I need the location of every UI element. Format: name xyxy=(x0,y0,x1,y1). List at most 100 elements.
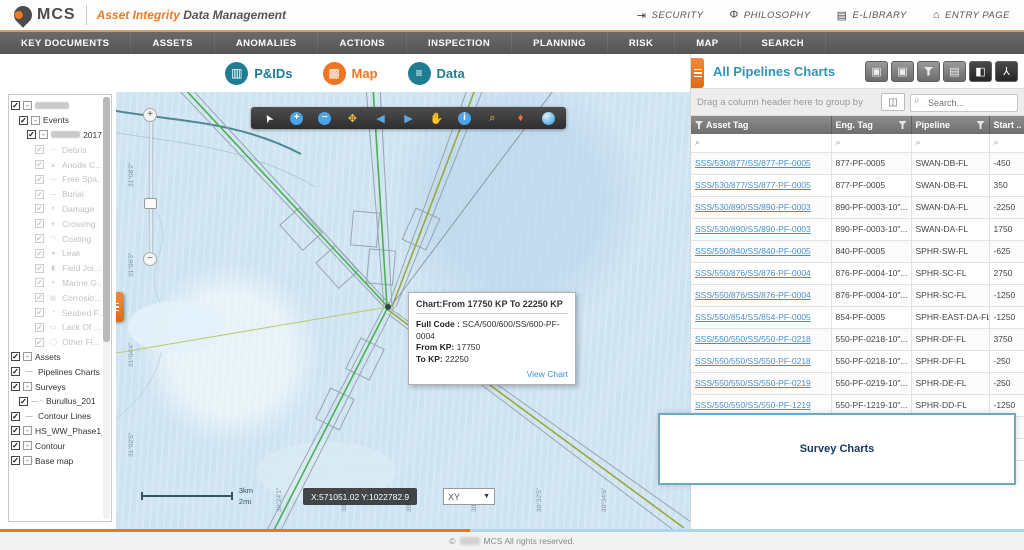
expander-collapse-icon[interactable]: - xyxy=(23,382,32,391)
tree-item-contour-lines[interactable]: ✓—Contour Lines xyxy=(11,409,102,424)
checkbox-checked-icon[interactable]: ✓ xyxy=(11,352,20,361)
tree-item-2017[interactable]: ✓-2017 xyxy=(11,128,102,143)
asset-tag-link[interactable]: SSS/530/890/SS/890-PF-0003 xyxy=(695,224,811,234)
tree-item-crossing[interactable]: ✓▾Crossing xyxy=(11,216,102,231)
filter-input-eng-tag[interactable] xyxy=(844,138,907,148)
full-extent-tool-button[interactable]: ✥ xyxy=(339,109,366,127)
checkbox-checked-icon[interactable]: ✓ xyxy=(11,456,20,465)
checkbox-checked-icon[interactable]: ✓ xyxy=(11,382,20,391)
column-header-pipeline[interactable]: Pipeline xyxy=(911,116,989,134)
checkbox-checked-icon[interactable]: ✓ xyxy=(35,145,44,154)
tree-item-seabed-f[interactable]: ✓◔Seabed F... xyxy=(11,305,102,320)
pan-tool-button[interactable]: ✋ xyxy=(423,109,450,127)
asset-tag-link[interactable]: SSS/550/876/SS/876-PF-0004 xyxy=(695,290,811,300)
filter-input-start[interactable] xyxy=(1002,138,1021,148)
filter-input-pipeline[interactable] xyxy=(924,138,985,148)
nav-item-map[interactable]: MAP xyxy=(675,32,740,54)
view-chart-link[interactable]: View Chart xyxy=(416,369,568,379)
tree-item-assets[interactable]: ✓-Assets xyxy=(11,350,102,365)
nav-item-anomalies[interactable]: ANOMALIES xyxy=(215,32,319,54)
asset-tag-link[interactable]: SSS/550/550/SS/550-PF-1219 xyxy=(695,400,811,410)
tree-item-debris[interactable]: ✓┄Debris xyxy=(11,142,102,157)
asset-tag-link[interactable]: SSS/550/550/SS/550-PF-0219 xyxy=(695,378,811,388)
next-extent-tool-button[interactable]: ▶ xyxy=(395,109,422,127)
checkbox-checked-icon[interactable]: ✓ xyxy=(35,160,44,169)
column-header-start[interactable]: Start .. xyxy=(989,116,1024,134)
tab-p-ids[interactable]: ▥P&IDs xyxy=(225,62,292,85)
tree-item-leak[interactable]: ✓◂Leak xyxy=(11,246,102,261)
tree-item-burullus-201[interactable]: ✓— -Burullus_201 xyxy=(11,394,102,409)
expander-collapse-icon[interactable]: - xyxy=(23,456,32,465)
zoom-slider-track[interactable] xyxy=(150,122,152,252)
asset-tag-link[interactable]: SSS/550/854/SS/854-PF-0005 xyxy=(695,312,811,322)
checkbox-checked-icon[interactable]: ✓ xyxy=(35,293,44,302)
nav-item-inspection[interactable]: INSPECTION xyxy=(407,32,512,54)
tree-item-contour[interactable]: ✓-Contour xyxy=(11,438,102,453)
checkbox-checked-icon[interactable]: ✓ xyxy=(11,367,20,376)
asset-tag-link[interactable]: SSS/550/876/SS/876-PF-0004 xyxy=(695,268,811,278)
checkbox-checked-icon[interactable]: ✓ xyxy=(35,323,44,332)
nav-item-key-documents[interactable]: KEY DOCUMENTS xyxy=(0,32,131,54)
filter-funnel-icon[interactable] xyxy=(695,121,703,129)
checkbox-checked-icon[interactable]: ✓ xyxy=(35,190,44,199)
zoom-slider-handle[interactable] xyxy=(144,198,157,209)
asset-tag-link[interactable]: SSS/550/840/SS/840-PF-0005 xyxy=(695,246,811,256)
checkbox-checked-icon[interactable]: ✓ xyxy=(35,308,44,317)
checkbox-checked-icon[interactable]: ✓ xyxy=(35,264,44,273)
legend-tool-button[interactable]: ♦ xyxy=(507,109,534,127)
tree-item-other-fi[interactable]: ✓◯Other Fi... xyxy=(11,335,102,350)
column-header-asset-tag[interactable]: Asset Tag xyxy=(691,116,831,134)
zoom-out-tool-button[interactable]: − xyxy=(311,109,338,127)
column-chooser-button[interactable]: ◫ xyxy=(881,93,905,111)
tree-item-base-map[interactable]: ✓-Base map xyxy=(11,453,102,468)
checkbox-checked-icon[interactable]: ✓ xyxy=(11,441,20,450)
asset-tag-link[interactable]: SSS/550/550/SS/550-PF-0218 xyxy=(695,356,811,366)
checkbox-checked-icon[interactable]: ✓ xyxy=(11,426,20,435)
checkbox-checked-icon[interactable]: ✓ xyxy=(35,234,44,243)
pointer-tool-button[interactable]: ➤ xyxy=(255,109,282,127)
header-link-e-library[interactable]: ▤E-LIBRARY xyxy=(837,9,907,22)
column-header-eng-tag[interactable]: Eng. Tag xyxy=(831,116,911,134)
tree-item-hs-ww-phase1-ii[interactable]: ✓-HS_WW_Phase1_II_ xyxy=(11,424,102,439)
header-link-philosophy[interactable]: ΦPHILOSOPHY xyxy=(730,9,811,22)
checkbox-checked-icon[interactable]: ✓ xyxy=(35,278,44,287)
tree-item-surveys[interactable]: ✓-Surveys xyxy=(11,379,102,394)
word-export-button[interactable]: ◧ xyxy=(969,61,992,82)
checkbox-checked-icon[interactable]: ✓ xyxy=(27,130,36,139)
checkbox-checked-icon[interactable]: ✓ xyxy=(35,204,44,213)
tree-item-marine-g[interactable]: ✓◖Marine G... xyxy=(11,276,102,291)
asset-tag-link[interactable]: SSS/530/890/SS/890-PF-0003 xyxy=(695,202,811,212)
asset-tag-link[interactable]: SSS/530/877/SS/877-PF-0005 xyxy=(695,180,811,190)
panel-collapse-flag-button[interactable] xyxy=(691,58,704,88)
header-link-security[interactable]: ⇥SECURITY xyxy=(637,9,704,22)
zoom-out-button[interactable]: − xyxy=(143,252,157,266)
checkbox-checked-icon[interactable]: ✓ xyxy=(19,397,28,406)
checkbox-checked-icon[interactable]: ✓ xyxy=(35,219,44,228)
nav-item-search[interactable]: SEARCH xyxy=(741,32,827,54)
tree-collapse-flag-button[interactable] xyxy=(116,292,124,322)
expander-collapse-icon[interactable]: - xyxy=(23,352,32,361)
identify-tool-button[interactable]: i xyxy=(451,109,478,127)
checkbox-checked-icon[interactable]: ✓ xyxy=(35,338,44,347)
tree-item-coating[interactable]: ✓◠Coating xyxy=(11,231,102,246)
filter-funnel-icon[interactable] xyxy=(977,121,985,129)
tab-map[interactable]: ▩Map xyxy=(323,62,378,85)
asset-tag-link[interactable]: SSS/530/877/SS/877-PF-0005 xyxy=(695,158,811,168)
nav-item-assets[interactable]: ASSETS xyxy=(131,32,214,54)
locate-globe-tool-button[interactable] xyxy=(535,109,562,127)
map-canvas[interactable]: 31°08'2"31°06'3"31°04'4"31°02'5" 30°24'1… xyxy=(116,92,690,529)
nav-item-actions[interactable]: ACTIONS xyxy=(318,32,407,54)
survey-charts-panel[interactable]: Survey Charts xyxy=(658,413,1016,485)
export-copy-button[interactable]: ▣ xyxy=(891,61,914,82)
expander-collapse-icon[interactable]: - xyxy=(23,441,32,450)
nav-item-planning[interactable]: PLANNING xyxy=(512,32,608,54)
pdf-export-button[interactable]: ⅄ xyxy=(995,61,1018,82)
tree-item-burial[interactable]: ✓—Burial xyxy=(11,187,102,202)
checkbox-checked-icon[interactable]: ✓ xyxy=(11,412,20,421)
layout-button[interactable]: ▤ xyxy=(943,61,966,82)
tree-item-pipelines-charts[interactable]: ✓—Pipelines Charts xyxy=(11,364,102,379)
search-input[interactable] xyxy=(910,94,1018,112)
tree-item-lack-of[interactable]: ✓▭Lack Of ... xyxy=(11,320,102,335)
group-by-bar[interactable]: Drag a column header here to group by ◫ … xyxy=(691,88,1024,116)
zoom-in-tool-button[interactable]: + xyxy=(283,109,310,127)
